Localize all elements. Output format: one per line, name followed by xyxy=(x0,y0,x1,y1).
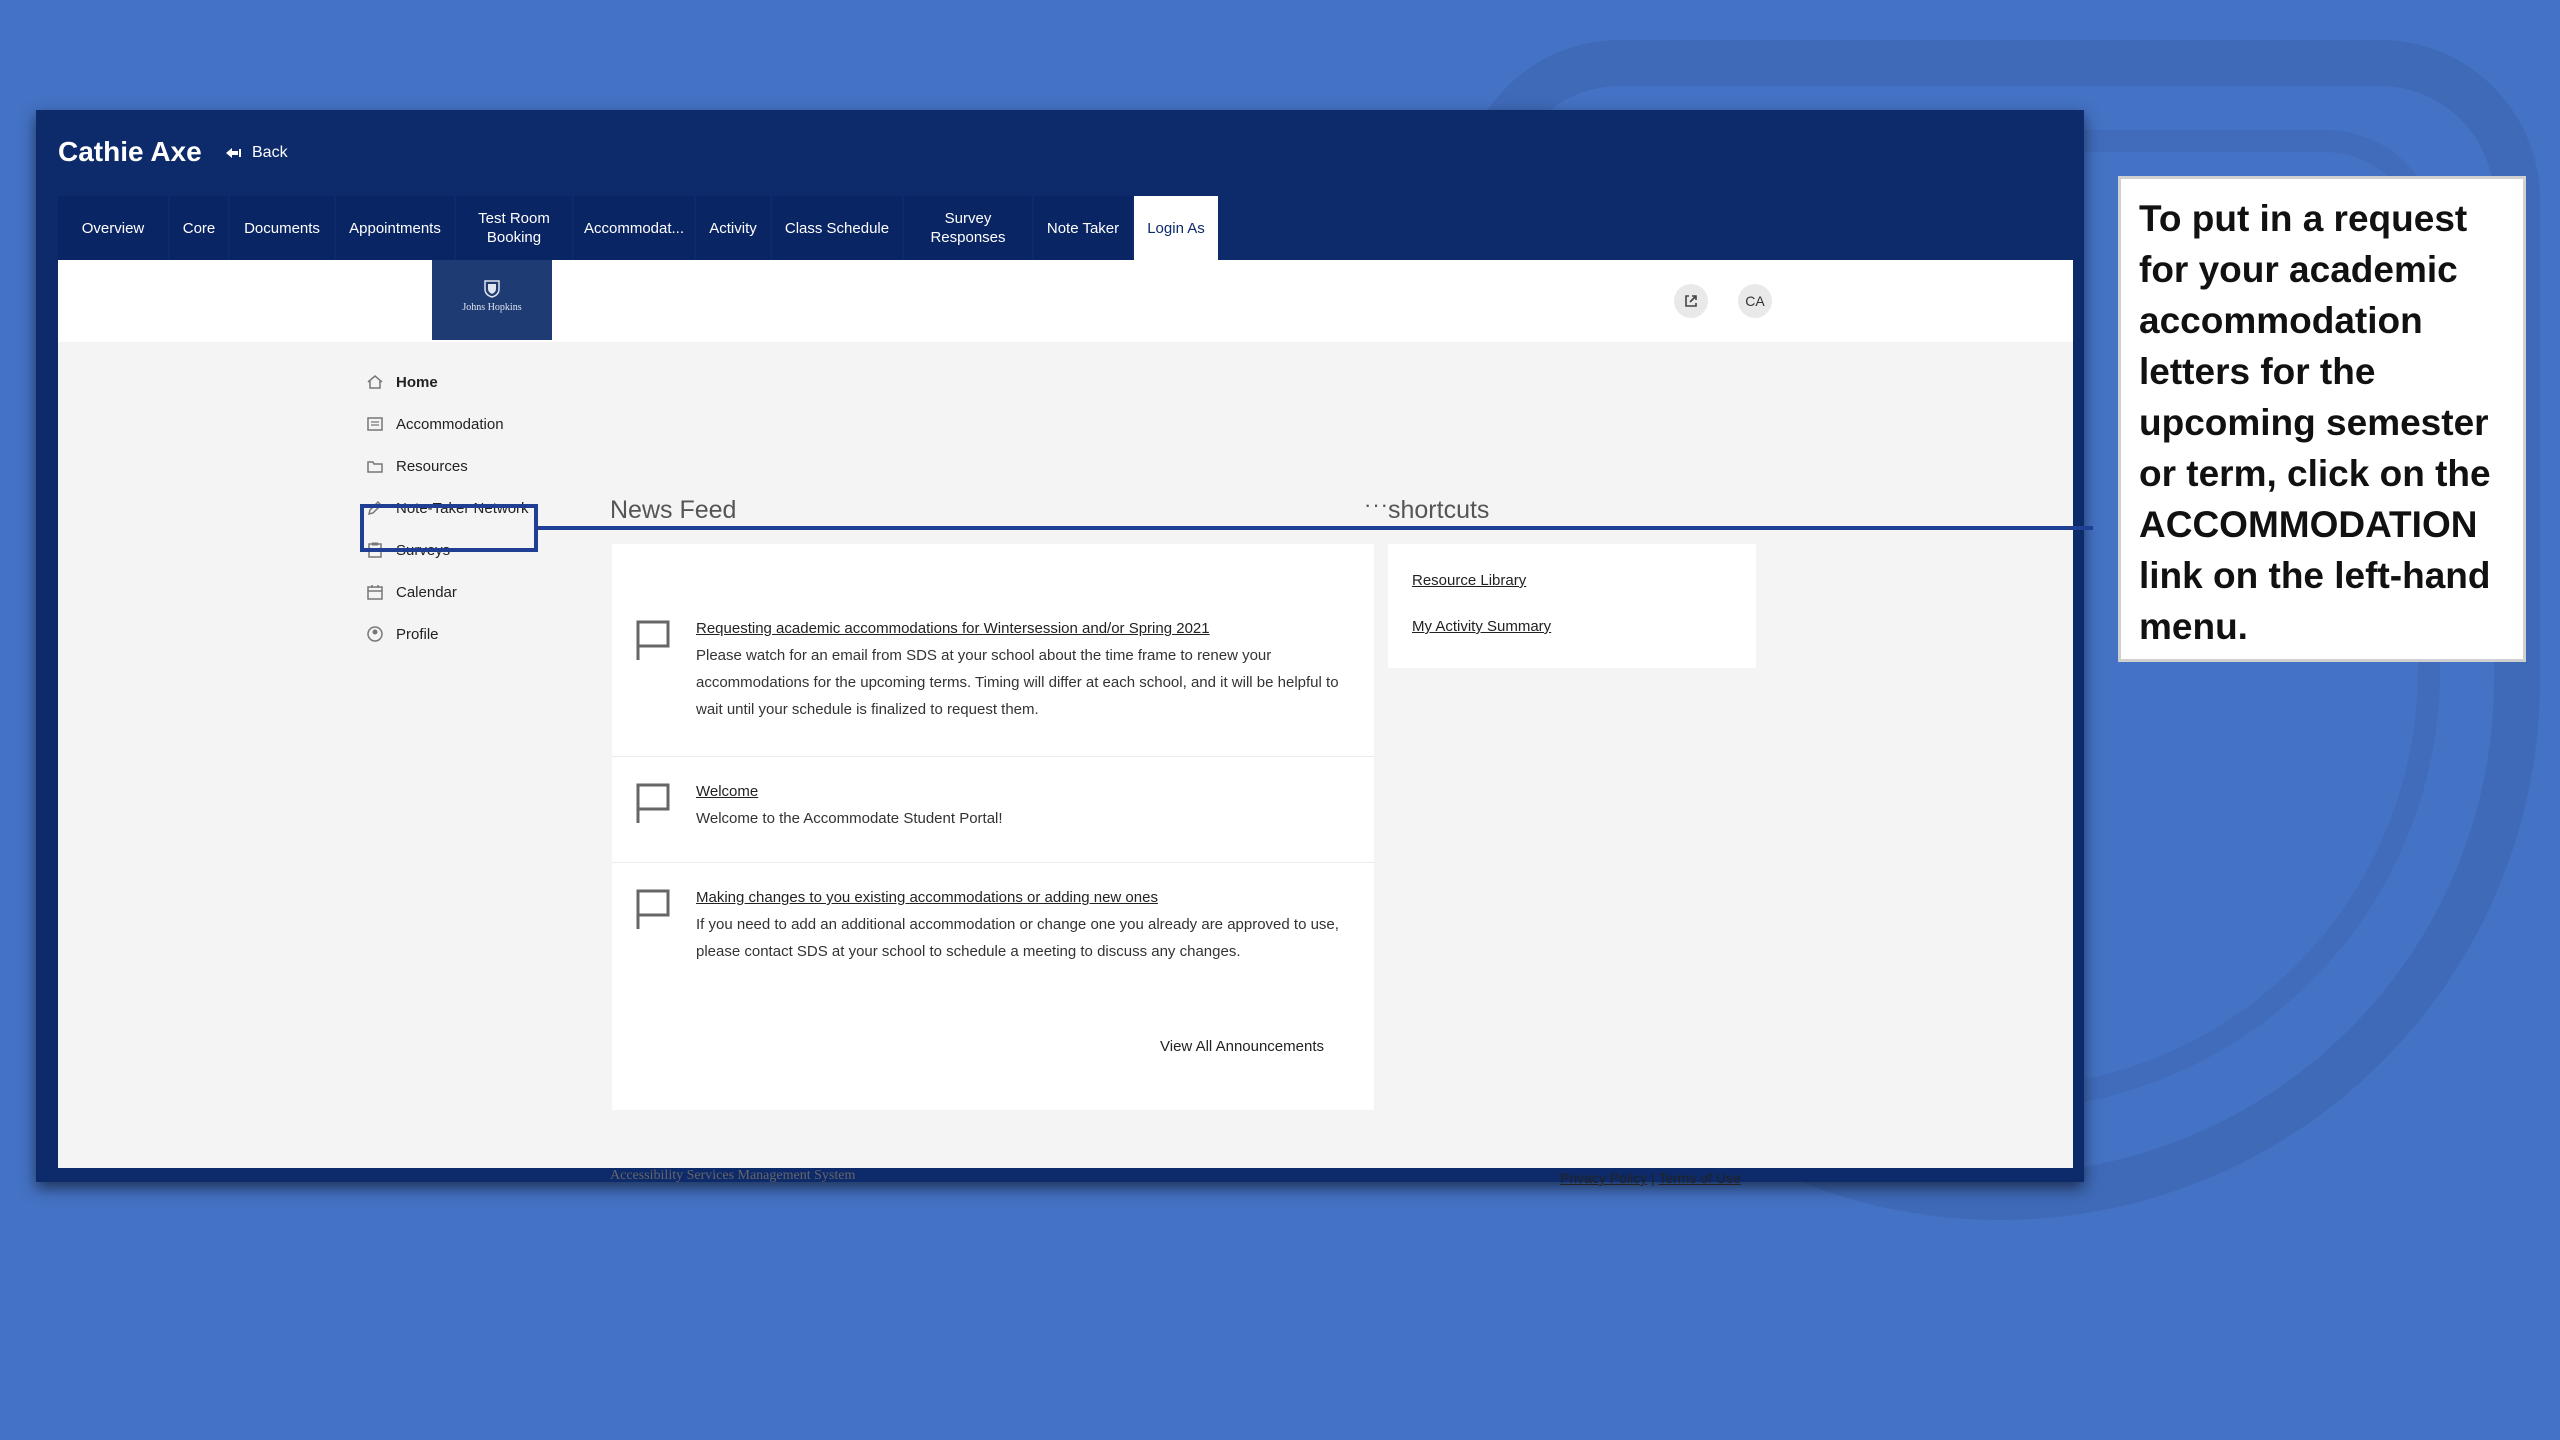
sidebar-item-profile[interactable]: Profile xyxy=(366,622,439,646)
tab-appointments[interactable]: Appointments xyxy=(336,196,454,260)
sidebar-item-accommodation[interactable]: Accommodation xyxy=(366,412,504,436)
back-link[interactable]: Back xyxy=(224,144,288,162)
crest-icon xyxy=(484,280,500,298)
sidebar-item-calendar[interactable]: Calendar xyxy=(366,580,457,604)
back-arrow-icon xyxy=(226,148,241,158)
flag-icon xyxy=(636,889,670,929)
shortcuts-card: Resource Library My Activity Summary xyxy=(1388,544,1756,668)
folder-icon xyxy=(367,461,383,473)
back-label: Back xyxy=(252,144,288,161)
news-item: Welcome Welcome to the Accommodate Stude… xyxy=(612,756,1374,861)
home-icon xyxy=(367,375,383,389)
sidebar-item-resources[interactable]: Resources xyxy=(366,454,468,478)
tab-test-room-booking[interactable]: Test Room Booking xyxy=(456,196,572,260)
news-item-title[interactable]: Requesting academic accommodations for W… xyxy=(696,620,1210,637)
tab-note-taker[interactable]: Note Taker xyxy=(1034,196,1132,260)
portal-content: Johns Hopkins CA Home Accommodation Reso… xyxy=(58,260,2093,1186)
list-icon xyxy=(367,417,383,431)
sidebar-item-home[interactable]: Home xyxy=(366,370,438,394)
news-item-body: If you need to add an additional accommo… xyxy=(696,916,1339,960)
tab-activity[interactable]: Activity xyxy=(696,196,770,260)
more-options-icon[interactable]: ··· xyxy=(1364,492,1389,518)
shortcut-resource-library[interactable]: Resource Library xyxy=(1412,572,1526,589)
tab-class-schedule[interactable]: Class Schedule xyxy=(772,196,902,260)
footer-system-name: Accessibility Services Management System xyxy=(610,1168,856,1183)
news-item: Requesting academic accommodations for W… xyxy=(612,544,1374,744)
tab-survey-responses[interactable]: Survey Responses xyxy=(904,196,1032,260)
external-link-icon xyxy=(1685,295,1697,307)
top-bar: Cathie Axe Back xyxy=(36,110,2084,196)
app-window: Cathie Axe Back Overview Core Documents … xyxy=(36,110,2093,1186)
footer-separator: | xyxy=(1651,1170,1655,1186)
callout-connector-line xyxy=(538,526,2093,530)
student-name: Cathie Axe xyxy=(58,136,202,167)
news-feed-card: Requesting academic accommodations for W… xyxy=(612,544,1374,1110)
shortcut-my-activity-summary[interactable]: My Activity Summary xyxy=(1412,618,1551,635)
user-icon xyxy=(367,626,383,642)
university-logo[interactable]: Johns Hopkins xyxy=(432,260,552,340)
flag-icon xyxy=(636,783,670,823)
news-item-body: Please watch for an email from SDS at yo… xyxy=(696,647,1339,718)
news-item-title[interactable]: Making changes to you existing accommoda… xyxy=(696,889,1158,906)
news-feed-title: News Feed xyxy=(610,496,737,524)
external-link-button[interactable] xyxy=(1674,284,1708,318)
tab-login-as[interactable]: Login As xyxy=(1134,196,1218,260)
tab-core[interactable]: Core xyxy=(170,196,228,260)
news-item-body: Welcome to the Accommodate Student Porta… xyxy=(696,810,1003,827)
tab-accommodations[interactable]: Accommodat... xyxy=(574,196,694,260)
instruction-callout: To put in a request for your academic ac… xyxy=(2118,176,2526,662)
accommodation-highlight-box xyxy=(360,504,538,552)
privacy-policy-link[interactable]: Privacy Policy xyxy=(1560,1170,1647,1186)
portal-header: Johns Hopkins CA xyxy=(58,260,2073,342)
tab-documents[interactable]: Documents xyxy=(230,196,334,260)
logo-text: Johns Hopkins xyxy=(462,302,522,313)
view-all-announcements-link[interactable]: View All Announcements xyxy=(1160,1038,1324,1055)
tab-overview[interactable]: Overview xyxy=(58,196,168,260)
flag-icon xyxy=(636,620,670,660)
tab-bar: Overview Core Documents Appointments Tes… xyxy=(58,196,1220,260)
avatar[interactable]: CA xyxy=(1738,284,1772,318)
footer-links: Privacy Policy | Terms of Use xyxy=(1560,1170,1741,1186)
calendar-icon xyxy=(367,585,383,600)
shortcuts-title: shortcuts xyxy=(1388,496,1490,524)
terms-of-use-link[interactable]: Terms of Use xyxy=(1658,1170,1740,1186)
news-item: Making changes to you existing accommoda… xyxy=(612,862,1374,1023)
news-item-title[interactable]: Welcome xyxy=(696,783,758,800)
